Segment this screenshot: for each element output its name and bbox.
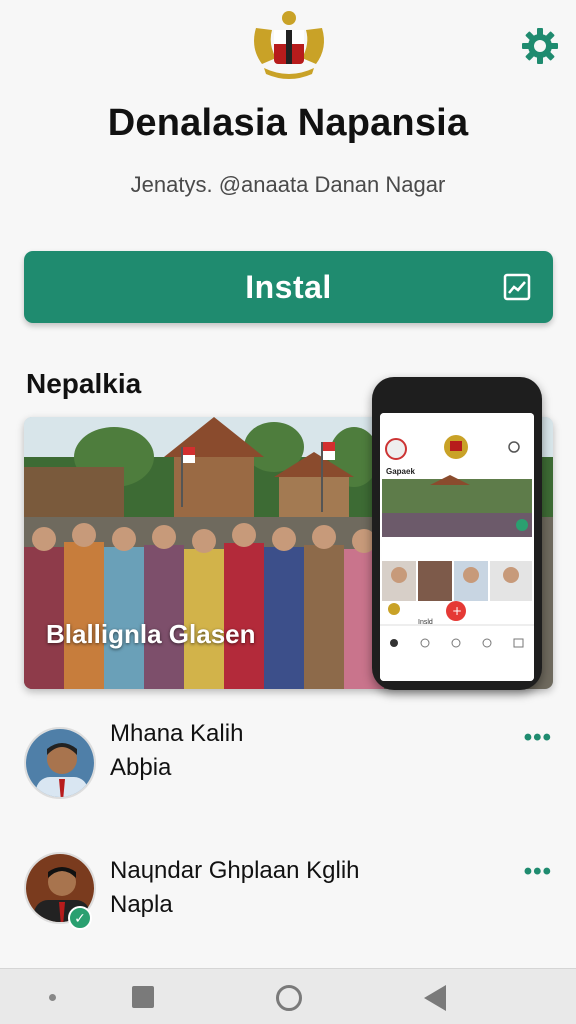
install-button[interactable]: Instal xyxy=(24,251,553,323)
install-button-label: Instal xyxy=(245,268,332,305)
phone-screen: + Gapaek Insld xyxy=(380,413,534,681)
verified-check-icon: ✓ xyxy=(68,906,92,930)
settings-gear-icon[interactable] xyxy=(516,22,564,70)
more-options-icon[interactable]: ••• xyxy=(524,724,552,752)
contact-row[interactable]: ✓ Naɥndar Ghplaan Kglih Napla ••• xyxy=(0,852,576,942)
chart-icon xyxy=(503,273,531,301)
nav-dot-icon xyxy=(49,994,56,1001)
app-subtitle: Jenatys. @anaata Danan Nagar xyxy=(130,172,446,197)
recents-square-icon[interactable] xyxy=(132,986,154,1008)
contact-name: Mhana Kalih xyxy=(110,720,244,747)
svg-text:+: + xyxy=(452,604,462,618)
phone-tab-label: Insld xyxy=(418,619,433,626)
section-title: Nepalkia xyxy=(26,368,142,399)
phone-screen-content: + xyxy=(380,413,534,681)
phone-screen-label: Gapaek xyxy=(386,467,415,476)
system-navigation-bar xyxy=(0,968,576,1024)
garuda-emblem-icon xyxy=(254,11,324,79)
banner-caption: Blallignla Glasen xyxy=(46,619,256,649)
phone-mockup: + Gapaek Insld xyxy=(372,377,542,690)
app-title: Denalasia Napansia xyxy=(107,102,469,144)
back-triangle-icon[interactable] xyxy=(424,985,446,1011)
more-options-icon[interactable]: ••• xyxy=(524,858,552,886)
contact-subname: Napla xyxy=(110,891,173,918)
avatar[interactable] xyxy=(24,727,96,799)
contact-name: Naɥndar Ghplaan Kglih xyxy=(110,857,360,884)
contact-subname: Abþia xyxy=(110,754,172,781)
home-circle-icon[interactable] xyxy=(276,985,302,1011)
contact-row[interactable]: Mhana Kalih Abþia ••• xyxy=(0,720,576,812)
